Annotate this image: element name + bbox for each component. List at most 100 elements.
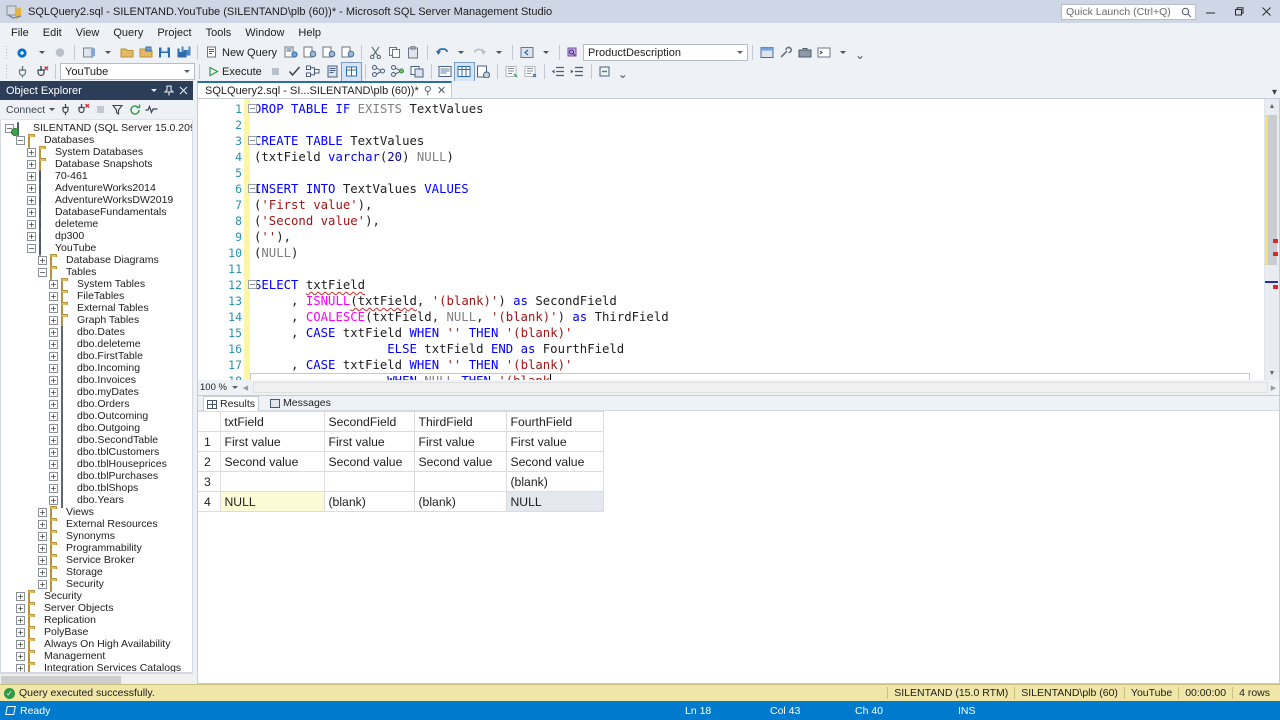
outline-collapse-icon[interactable]: − xyxy=(248,280,257,289)
grid-cell[interactable]: First value xyxy=(506,432,603,452)
redo-icon[interactable] xyxy=(470,44,489,62)
scrollbar-thumb[interactable] xyxy=(1,676,121,684)
table-row[interactable]: 1First valueFirst valueFirst valueFirst … xyxy=(198,432,603,452)
undo-icon[interactable] xyxy=(432,44,451,62)
expand-icon[interactable]: + xyxy=(49,436,58,445)
tree-node[interactable]: +dbo.myDates xyxy=(1,386,192,398)
expand-icon[interactable]: + xyxy=(49,460,58,469)
solution-explorer-icon[interactable] xyxy=(757,44,776,62)
cut-icon[interactable] xyxy=(366,44,385,62)
tree-node[interactable]: +Security xyxy=(1,578,192,590)
expand-icon[interactable]: + xyxy=(16,664,25,673)
tree-node[interactable]: +dbo.Invoices xyxy=(1,374,192,386)
execute-button[interactable]: Execute xyxy=(204,63,266,81)
paste-icon[interactable] xyxy=(404,44,423,62)
tree-node[interactable]: +System Tables xyxy=(1,278,192,290)
grid-cell[interactable]: First value xyxy=(220,432,324,452)
tree-node[interactable]: +dbo.tblPurchases xyxy=(1,470,192,482)
parse-check-icon[interactable] xyxy=(285,63,304,81)
grid-cell[interactable]: (blank) xyxy=(414,492,506,512)
tree-node[interactable]: +dbo.tblShops xyxy=(1,482,192,494)
tree-node[interactable]: +dbo.Incoming xyxy=(1,362,192,374)
tab-results[interactable]: Results xyxy=(203,396,259,412)
expand-icon[interactable]: + xyxy=(38,580,47,589)
expand-icon[interactable]: + xyxy=(38,532,47,541)
maximize-restore-button[interactable] xyxy=(1224,0,1252,23)
scroll-down-arrow[interactable]: ▼ xyxy=(1265,366,1279,380)
error-marker[interactable] xyxy=(1273,252,1278,256)
new-xmla-query-icon[interactable] xyxy=(338,44,357,62)
tree-node[interactable]: +Programmability xyxy=(1,542,192,554)
pin-icon[interactable] xyxy=(161,82,176,99)
code-line[interactable]: (''), xyxy=(254,229,291,245)
tree-node[interactable]: +dbo.FirstTable xyxy=(1,350,192,362)
expand-icon[interactable]: + xyxy=(38,508,47,517)
code-line[interactable]: INSERT INTO TextValues VALUES xyxy=(254,181,469,197)
expand-icon[interactable]: + xyxy=(27,232,36,241)
expand-icon[interactable]: + xyxy=(27,208,36,217)
new-connection-icon[interactable] xyxy=(13,44,32,62)
close-icon[interactable] xyxy=(176,82,191,99)
code-line[interactable]: (txtField varchar(20) NULL) xyxy=(254,149,454,165)
results-grid[interactable]: txtFieldSecondFieldThirdFieldFourthField… xyxy=(198,411,604,512)
tree-node[interactable]: +dbo.deleteme xyxy=(1,338,192,350)
scroll-up-arrow[interactable]: ▲ xyxy=(1265,99,1279,113)
tree-node[interactable]: +70-461 xyxy=(1,170,192,182)
grid-corner-cell[interactable] xyxy=(198,412,220,432)
results-to-grid-toggle-icon[interactable] xyxy=(455,63,474,81)
tree-node[interactable]: +FileTables xyxy=(1,290,192,302)
toolbar-grip-2[interactable] xyxy=(4,64,11,79)
toolbar-overflow-icon[interactable]: ⌄ xyxy=(852,48,868,62)
expand-icon[interactable]: + xyxy=(49,292,58,301)
tree-node[interactable]: −SILENTAND (SQL Server 15.0.2095.3 - SIL… xyxy=(1,122,192,134)
code-line[interactable]: ('Second value'), xyxy=(254,213,380,229)
tab-messages[interactable]: Messages xyxy=(267,396,334,410)
tree-node[interactable]: +External Resources xyxy=(1,518,192,530)
code-line[interactable]: , CASE txtField WHEN '' THEN '(blank)' xyxy=(254,357,572,373)
expand-icon[interactable]: + xyxy=(49,328,58,337)
tree-node[interactable]: +dp300 xyxy=(1,230,192,242)
results-to-file-icon[interactable] xyxy=(474,63,493,81)
grid-cell[interactable]: Second value xyxy=(414,452,506,472)
hscroll-right-arrow[interactable]: ▶ xyxy=(1268,382,1279,393)
row-number[interactable]: 3 xyxy=(198,472,220,492)
editor-vertical-scrollbar[interactable]: ▲ ▼ xyxy=(1264,99,1279,380)
tree-node[interactable]: +System Databases xyxy=(1,146,192,158)
tree-node[interactable]: +deleteme xyxy=(1,218,192,230)
expand-icon[interactable]: + xyxy=(49,388,58,397)
properties-window-icon[interactable] xyxy=(776,44,795,62)
grid-cell[interactable]: Second value xyxy=(220,452,324,472)
connect-object-explorer-icon[interactable] xyxy=(57,101,74,118)
expand-icon[interactable]: + xyxy=(49,376,58,385)
zoom-level-combo[interactable]: 100 % xyxy=(198,381,240,394)
error-marker[interactable] xyxy=(1273,285,1278,289)
tree-node[interactable]: +Synonyms xyxy=(1,530,192,542)
menu-project[interactable]: Project xyxy=(150,24,198,42)
tab-list-icon[interactable]: ▾ xyxy=(1272,87,1277,98)
stop-icon[interactable] xyxy=(266,63,285,81)
tree-node[interactable]: +dbo.tblHouseprices xyxy=(1,458,192,470)
expand-icon[interactable]: + xyxy=(16,604,25,613)
tree-node[interactable]: +Service Broker xyxy=(1,554,192,566)
disconnect-icon[interactable] xyxy=(51,44,70,62)
increase-indent-icon[interactable] xyxy=(568,63,587,81)
save-all-icon[interactable] xyxy=(174,44,193,62)
row-number[interactable]: 2 xyxy=(198,452,220,472)
pin-icon[interactable]: ⚲ xyxy=(424,84,432,97)
tree-node[interactable]: +Database Diagrams xyxy=(1,254,192,266)
row-number[interactable]: 1 xyxy=(198,432,220,452)
expand-icon[interactable]: + xyxy=(49,364,58,373)
window-position-icon[interactable] xyxy=(146,82,161,99)
column-header[interactable]: txtField xyxy=(220,412,324,432)
expand-icon[interactable]: + xyxy=(49,448,58,457)
tree-node[interactable]: +Always On High Availability xyxy=(1,638,192,650)
toolbar-grip[interactable] xyxy=(4,45,11,60)
editor-horizontal-scrollbar[interactable] xyxy=(253,382,1268,393)
tree-node[interactable]: +Graph Tables xyxy=(1,314,192,326)
expand-icon[interactable]: + xyxy=(27,184,36,193)
outline-collapse-icon[interactable]: − xyxy=(248,136,257,145)
include-actual-plan-icon[interactable] xyxy=(370,63,389,81)
expand-icon[interactable]: + xyxy=(38,520,47,529)
grid-cell[interactable]: (blank) xyxy=(324,492,414,512)
disconnect-query-icon[interactable] xyxy=(32,63,51,81)
